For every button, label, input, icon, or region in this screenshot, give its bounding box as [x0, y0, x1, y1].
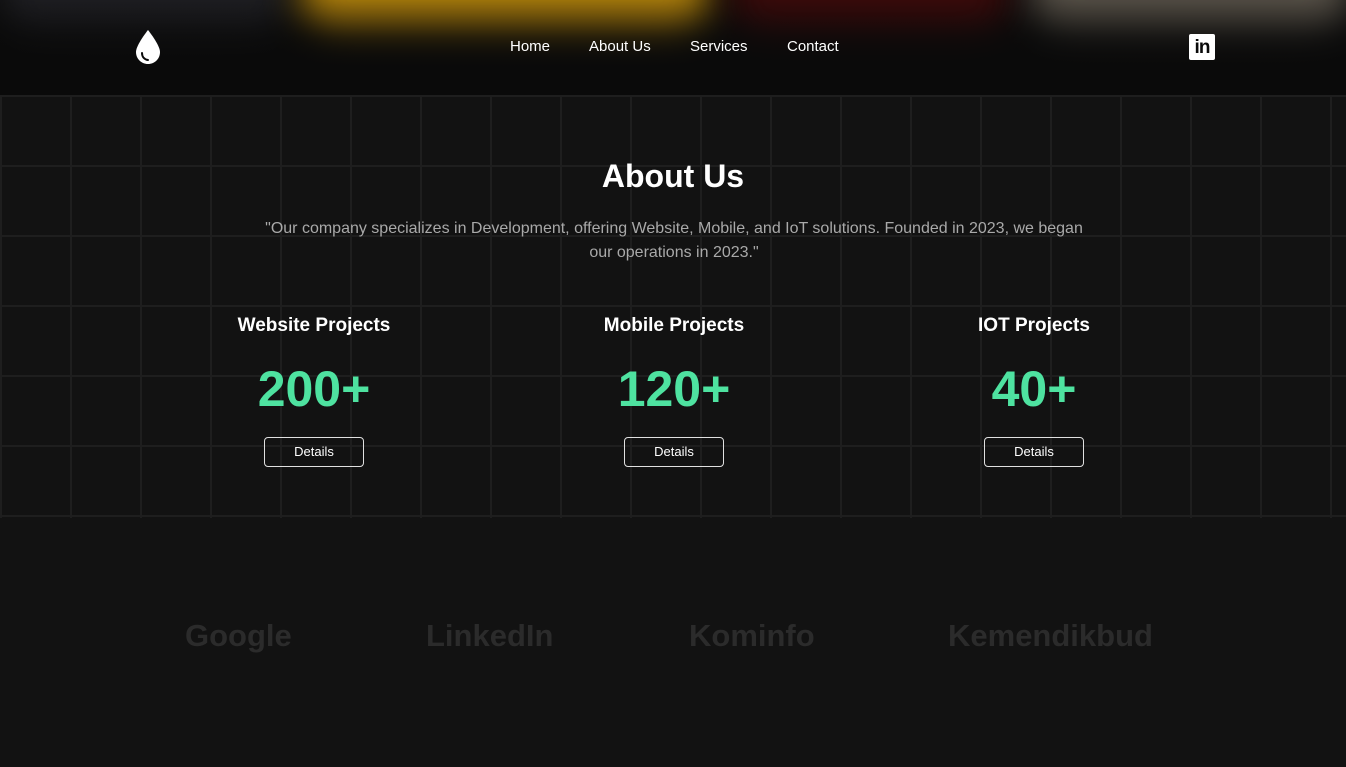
section-title: About Us — [601, 158, 745, 194]
partner-kominfo: Kominfo — [689, 618, 815, 653]
nav-home[interactable]: Home — [510, 38, 550, 55]
website-details-button[interactable]: Details — [264, 437, 364, 467]
iot-details-button[interactable]: Details — [984, 437, 1084, 467]
page: Home About Us Services Contact in About … — [0, 0, 1346, 767]
nav-services[interactable]: Services — [690, 38, 748, 55]
partner-linkedin: LinkedIn — [426, 618, 554, 653]
linkedin-icon[interactable]: in — [1189, 34, 1215, 60]
nav-contact[interactable]: Contact — [787, 38, 839, 55]
linkedin-icon-text: in — [1194, 37, 1211, 58]
stat-label: Website Projects — [237, 315, 391, 336]
stat-value: 120+ — [617, 361, 731, 417]
stat-label: Mobile Projects — [603, 315, 745, 336]
partner-kemendikbud: Kemendikbud — [948, 618, 1153, 653]
stat-website-projects: Website Projects 200+ Details — [194, 315, 434, 467]
stat-value: 40+ — [991, 361, 1077, 417]
about-section: About Us "Our company specializes in Dev… — [0, 95, 1346, 518]
stat-value: 200+ — [257, 361, 371, 417]
mobile-details-button[interactable]: Details — [624, 437, 724, 467]
main-nav: Home About Us Services Contact — [0, 38, 1346, 60]
stat-iot-projects: IOT Projects 40+ Details — [914, 315, 1154, 467]
site-header: Home About Us Services Contact in — [0, 0, 1346, 95]
partners-section: Google LinkedIn Kominfo Kemendikbud — [0, 618, 1346, 658]
stat-mobile-projects: Mobile Projects 120+ Details — [554, 315, 794, 467]
nav-about-us[interactable]: About Us — [589, 38, 651, 55]
partner-google: Google — [185, 618, 292, 653]
stat-label: IOT Projects — [978, 315, 1090, 336]
about-description: "Our company specializes in Development,… — [265, 220, 1083, 261]
